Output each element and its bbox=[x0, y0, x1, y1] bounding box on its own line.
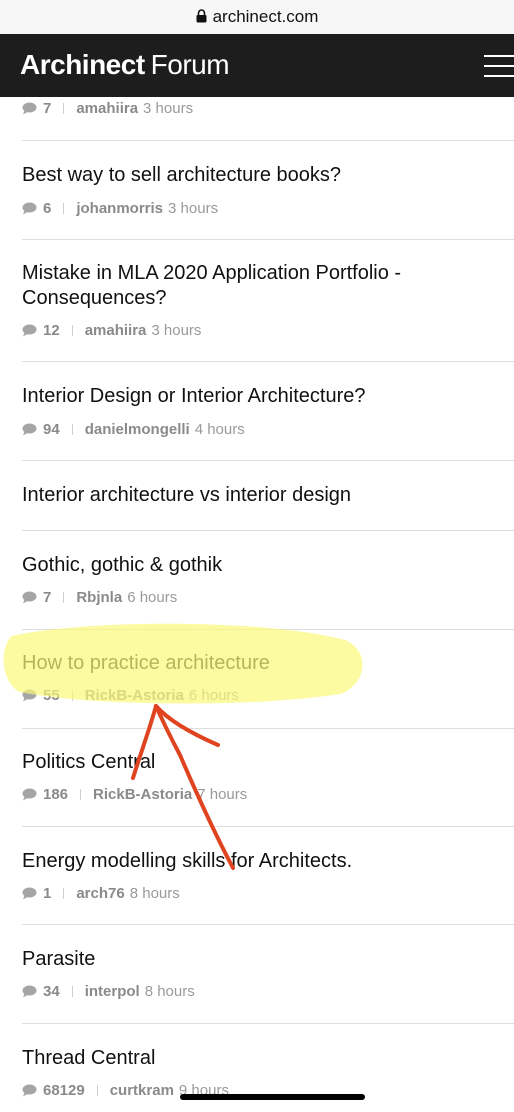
author-link[interactable]: RickB-Astoria bbox=[93, 786, 192, 803]
divider bbox=[22, 239, 514, 240]
thread-title[interactable]: Politics Central bbox=[22, 750, 492, 775]
thread-meta: 12 amahiira 3 hours bbox=[22, 320, 201, 340]
lock-icon bbox=[196, 9, 207, 23]
thread-title[interactable]: Interior Design or Interior Architecture… bbox=[22, 384, 492, 409]
thread-meta: 55 RickB-Astoria 6 hours bbox=[22, 685, 239, 705]
comment-bubble-icon bbox=[22, 591, 37, 603]
site-logo[interactable]: Archinect Forum bbox=[20, 49, 230, 81]
author-link[interactable]: Rbjnla bbox=[76, 589, 122, 606]
thread-meta: 7 Rbjnla 6 hours bbox=[22, 587, 177, 607]
thread-meta: 34 interpol 8 hours bbox=[22, 981, 195, 1001]
comment-bubble-icon bbox=[22, 887, 37, 899]
reply-count: 94 bbox=[43, 420, 60, 438]
thread-title[interactable]: Parasite bbox=[22, 947, 492, 972]
thread-meta: 6 johanmorris 3 hours bbox=[22, 198, 218, 218]
timestamp: 8 hours bbox=[144, 982, 195, 1000]
timestamp: 7 hours bbox=[197, 785, 248, 803]
comment-bubble-icon bbox=[22, 1084, 37, 1096]
meta-separator bbox=[71, 689, 73, 701]
thread-meta: 94 danielmongelli 4 hours bbox=[22, 419, 245, 439]
author-link[interactable]: curtkram bbox=[110, 1082, 174, 1099]
reply-count: 12 bbox=[43, 321, 60, 339]
author-link[interactable]: RickB-Astoria bbox=[85, 687, 184, 704]
author-link[interactable]: danielmongelli bbox=[85, 421, 190, 438]
divider bbox=[22, 924, 514, 925]
author-link[interactable]: amahiira bbox=[85, 322, 147, 339]
brand-section: Forum bbox=[150, 49, 230, 80]
divider bbox=[22, 361, 514, 362]
thread-meta: 7 amahiira 3 hours bbox=[22, 98, 193, 118]
reply-count: 7 bbox=[43, 99, 52, 117]
meta-separator bbox=[80, 788, 82, 800]
divider bbox=[22, 629, 514, 630]
thread-title[interactable]: Thread Central bbox=[22, 1046, 492, 1071]
home-indicator bbox=[180, 1094, 365, 1100]
reply-count: 7 bbox=[43, 588, 52, 606]
brand-name: Archinect bbox=[20, 49, 145, 80]
comment-bubble-icon bbox=[22, 324, 37, 336]
timestamp: 4 hours bbox=[194, 420, 245, 438]
comment-bubble-icon bbox=[22, 788, 37, 800]
browser-url-bar[interactable]: archinect.com bbox=[0, 0, 514, 34]
author-link[interactable]: johanmorris bbox=[76, 200, 163, 217]
thread-title[interactable]: Mistake in MLA 2020 Application Portfoli… bbox=[22, 261, 492, 311]
meta-separator bbox=[63, 102, 65, 114]
timestamp: 3 hours bbox=[151, 321, 202, 339]
comment-bubble-icon bbox=[22, 423, 37, 435]
thread-meta: 1 arch76 8 hours bbox=[22, 883, 180, 903]
meta-separator bbox=[71, 985, 73, 997]
site-header: Archinect Forum bbox=[0, 34, 514, 97]
meta-separator bbox=[63, 202, 65, 214]
thread-title[interactable]: Energy modelling skills for Architects. bbox=[22, 849, 492, 874]
meta-separator bbox=[63, 591, 65, 603]
timestamp: 3 hours bbox=[168, 199, 219, 217]
reply-count: 55 bbox=[43, 686, 60, 704]
comment-bubble-icon bbox=[22, 102, 37, 114]
author-link[interactable]: interpol bbox=[85, 983, 140, 1000]
url-text: archinect.com bbox=[212, 7, 319, 26]
divider bbox=[22, 460, 514, 461]
reply-count: 34 bbox=[43, 982, 60, 1000]
reply-count: 6 bbox=[43, 199, 52, 217]
divider bbox=[22, 140, 514, 141]
divider bbox=[22, 1023, 514, 1024]
reply-count: 186 bbox=[43, 785, 69, 803]
comment-bubble-icon bbox=[22, 985, 37, 997]
timestamp: 8 hours bbox=[129, 884, 180, 902]
meta-separator bbox=[71, 423, 73, 435]
thread-title[interactable]: How to practice architecture bbox=[22, 651, 492, 676]
divider bbox=[22, 826, 514, 827]
author-link[interactable]: amahiira bbox=[76, 100, 138, 117]
thread-meta: 186 RickB-Astoria 7 hours bbox=[22, 784, 247, 804]
timestamp: 6 hours bbox=[188, 686, 239, 704]
meta-separator bbox=[63, 887, 65, 899]
divider bbox=[22, 728, 514, 729]
thread-title[interactable]: Interior architecture vs interior design bbox=[22, 483, 492, 508]
page: archinect.com Archinect Forum 7 amahiira … bbox=[0, 0, 514, 1112]
meta-separator bbox=[96, 1084, 98, 1096]
reply-count: 1 bbox=[43, 884, 52, 902]
thread-title[interactable]: Gothic, gothic & gothik bbox=[22, 553, 492, 578]
timestamp: 3 hours bbox=[143, 99, 194, 117]
author-link[interactable]: arch76 bbox=[76, 885, 124, 902]
divider bbox=[22, 530, 514, 531]
comment-bubble-icon bbox=[22, 202, 37, 214]
meta-separator bbox=[71, 324, 73, 336]
hamburger-menu-icon[interactable] bbox=[484, 53, 514, 79]
reply-count: 68129 bbox=[43, 1081, 85, 1099]
timestamp: 6 hours bbox=[127, 588, 178, 606]
thread-title[interactable]: Best way to sell architecture books? bbox=[22, 163, 492, 188]
comment-bubble-icon bbox=[22, 689, 37, 701]
